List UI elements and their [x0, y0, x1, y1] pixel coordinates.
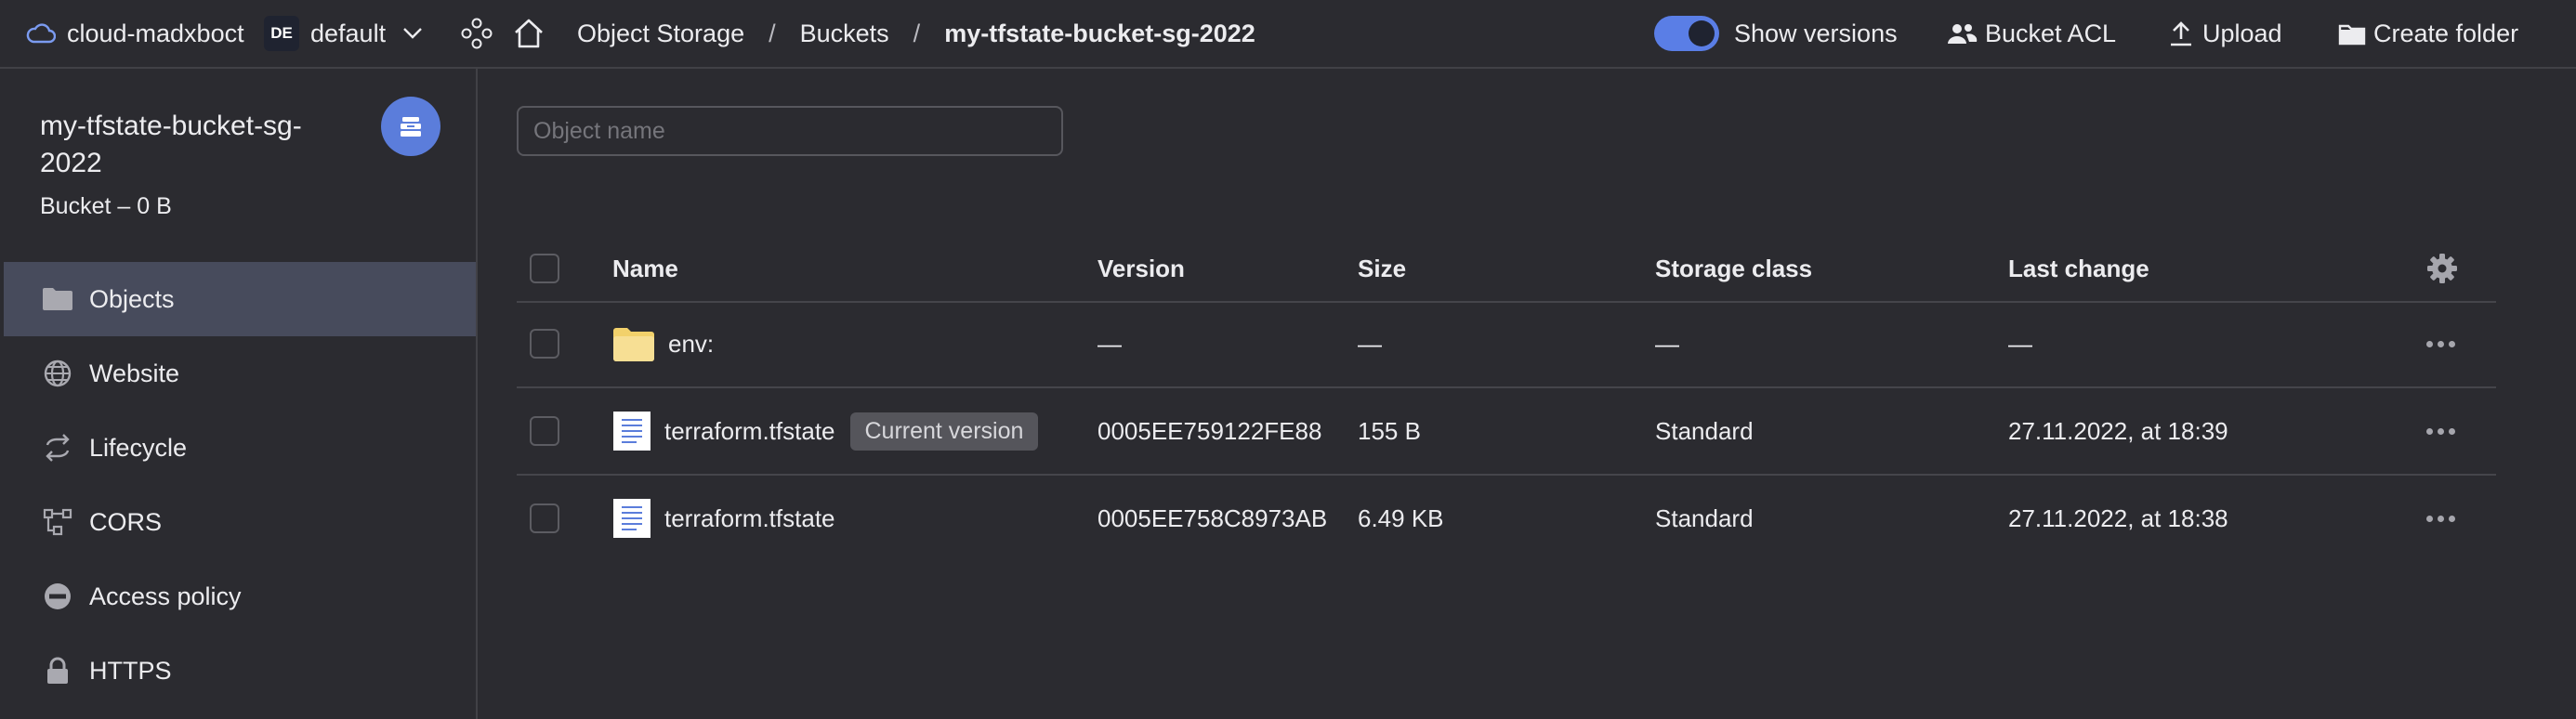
version-cell: 0005EE759122FE88: [1097, 416, 1322, 445]
bucket-info: Bucket – 0 B: [40, 193, 172, 219]
storage-class-cell: Standard: [1655, 503, 1754, 532]
storage-class-cell: —: [1655, 329, 1679, 358]
row-checkbox[interactable]: [530, 329, 559, 359]
sidebar-item-https[interactable]: HTTPS: [4, 634, 476, 708]
workspace-badge: DE: [264, 16, 299, 51]
toggle-switch[interactable]: [1654, 16, 1719, 51]
folder-selector[interactable]: DE default: [264, 0, 423, 67]
row-checkbox[interactable]: [530, 503, 559, 533]
cloud-name: cloud-madxboct: [67, 19, 244, 47]
bucket-acl-label: Bucket ACL: [1985, 19, 2117, 47]
storage-class-cell: Standard: [1655, 416, 1754, 445]
sidebar: my-tfstate-bucket-sg-2022 Bucket – 0 B O…: [0, 69, 478, 719]
object-name-search-input[interactable]: [517, 106, 1063, 156]
bucket-avatar: [381, 97, 440, 156]
create-folder-label: Create folder: [2373, 19, 2519, 47]
sidebar-item-label: Website: [89, 359, 180, 387]
cors-network-icon: [41, 505, 74, 539]
more-actions-icon[interactable]: [2426, 301, 2455, 386]
no-entry-icon: [41, 580, 74, 613]
table-header: Name Version Size Storage class Last cha…: [517, 236, 2496, 303]
upload-label: Upload: [2202, 19, 2282, 47]
sidebar-item-objects[interactable]: Objects: [4, 262, 476, 336]
sidebar-item-label: Objects: [89, 284, 175, 313]
version-cell: 0005EE758C8973AB: [1097, 503, 1328, 532]
version-cell: —: [1097, 329, 1122, 358]
last-change-cell: 27.11.2022, at 18:38: [2008, 503, 2228, 532]
last-change-cell: 27.11.2022, at 18:39: [2008, 416, 2228, 445]
sidebar-item-label: HTTPS: [89, 656, 172, 685]
sidebar-item-label: CORS: [89, 507, 163, 536]
folder-icon: [41, 282, 74, 316]
folder-icon: [612, 325, 655, 362]
table-row[interactable]: env: — — — —: [517, 301, 2496, 388]
cloud-selector[interactable]: cloud-madxboct: [26, 0, 244, 67]
main-content: Name Version Size Storage class Last cha…: [480, 69, 2576, 719]
column-header-last-change[interactable]: Last change: [2008, 236, 2149, 301]
size-cell: 155 B: [1358, 416, 1421, 445]
object-name-cell[interactable]: env:: [612, 301, 714, 386]
show-versions-toggle[interactable]: Show versions: [1654, 0, 1898, 67]
home-icon[interactable]: [512, 0, 545, 67]
table-row[interactable]: terraform.tfstate Current version 0005EE…: [517, 388, 2496, 476]
breadcrumb-buckets[interactable]: Buckets: [800, 20, 889, 48]
column-header-size[interactable]: Size: [1358, 236, 1406, 301]
breadcrumb-separator: /: [913, 19, 921, 47]
last-change-cell: —: [2008, 329, 2032, 358]
users-icon: [1946, 21, 1978, 46]
sidebar-item-label: Lifecycle: [89, 433, 188, 462]
column-header-version[interactable]: Version: [1097, 236, 1185, 301]
breadcrumb-object-storage[interactable]: Object Storage: [577, 20, 744, 48]
show-versions-label: Show versions: [1734, 19, 1898, 47]
bucket-name: my-tfstate-bucket-sg-2022: [40, 111, 302, 178]
object-name-cell[interactable]: terraform.tfstate: [612, 476, 835, 561]
folder-plus-icon: [2338, 21, 2366, 46]
top-bar: cloud-madxboct DE default Object Storage…: [0, 0, 2576, 69]
select-all-checkbox[interactable]: [530, 254, 559, 283]
column-header-storage-class[interactable]: Storage class: [1655, 236, 1812, 301]
current-version-badge: Current version: [849, 412, 1039, 451]
folder-name: default: [310, 19, 387, 47]
sidebar-item-access-policy[interactable]: Access policy: [4, 559, 476, 634]
object-name: env:: [668, 329, 715, 358]
cycle-arrows-icon: [41, 431, 74, 464]
cloud-icon: [26, 22, 56, 45]
object-name: terraform.tfstate: [664, 416, 835, 445]
toggle-knob: [1689, 20, 1715, 46]
object-name: terraform.tfstate: [664, 503, 835, 532]
globe-icon: [41, 357, 74, 390]
gear-icon[interactable]: [2426, 236, 2458, 301]
column-header-name[interactable]: Name: [612, 236, 678, 301]
breadcrumb-separator: /: [769, 19, 776, 47]
sidebar-item-label: Access policy: [89, 582, 242, 610]
more-actions-icon[interactable]: [2426, 388, 2455, 474]
document-icon: [612, 411, 651, 451]
upload-button[interactable]: Upload: [2169, 0, 2282, 67]
services-icon[interactable]: [461, 0, 493, 67]
bucket-acl-button[interactable]: Bucket ACL: [1946, 0, 2116, 67]
row-checkbox[interactable]: [530, 416, 559, 446]
size-cell: 6.49 KB: [1358, 503, 1444, 532]
breadcrumb-current-bucket: my-tfstate-bucket-sg-2022: [944, 19, 1255, 47]
sidebar-item-website[interactable]: Website: [4, 336, 476, 411]
create-folder-button[interactable]: Create folder: [2338, 0, 2518, 67]
breadcrumb: Object Storage / Buckets / my-tfstate-bu…: [577, 0, 1255, 67]
storage-icon: [401, 117, 421, 137]
lock-icon: [41, 654, 74, 687]
more-actions-icon[interactable]: [2426, 476, 2455, 561]
document-icon: [612, 498, 651, 539]
object-name-cell[interactable]: terraform.tfstate Current version: [612, 388, 1039, 474]
sidebar-item-lifecycle[interactable]: Lifecycle: [4, 411, 476, 485]
sidebar-item-cors[interactable]: CORS: [4, 485, 476, 559]
chevron-down-icon: [402, 27, 423, 40]
table-row[interactable]: terraform.tfstate 0005EE758C8973AB 6.49 …: [517, 476, 2496, 561]
upload-icon: [2169, 20, 2193, 46]
size-cell: —: [1358, 329, 1382, 358]
